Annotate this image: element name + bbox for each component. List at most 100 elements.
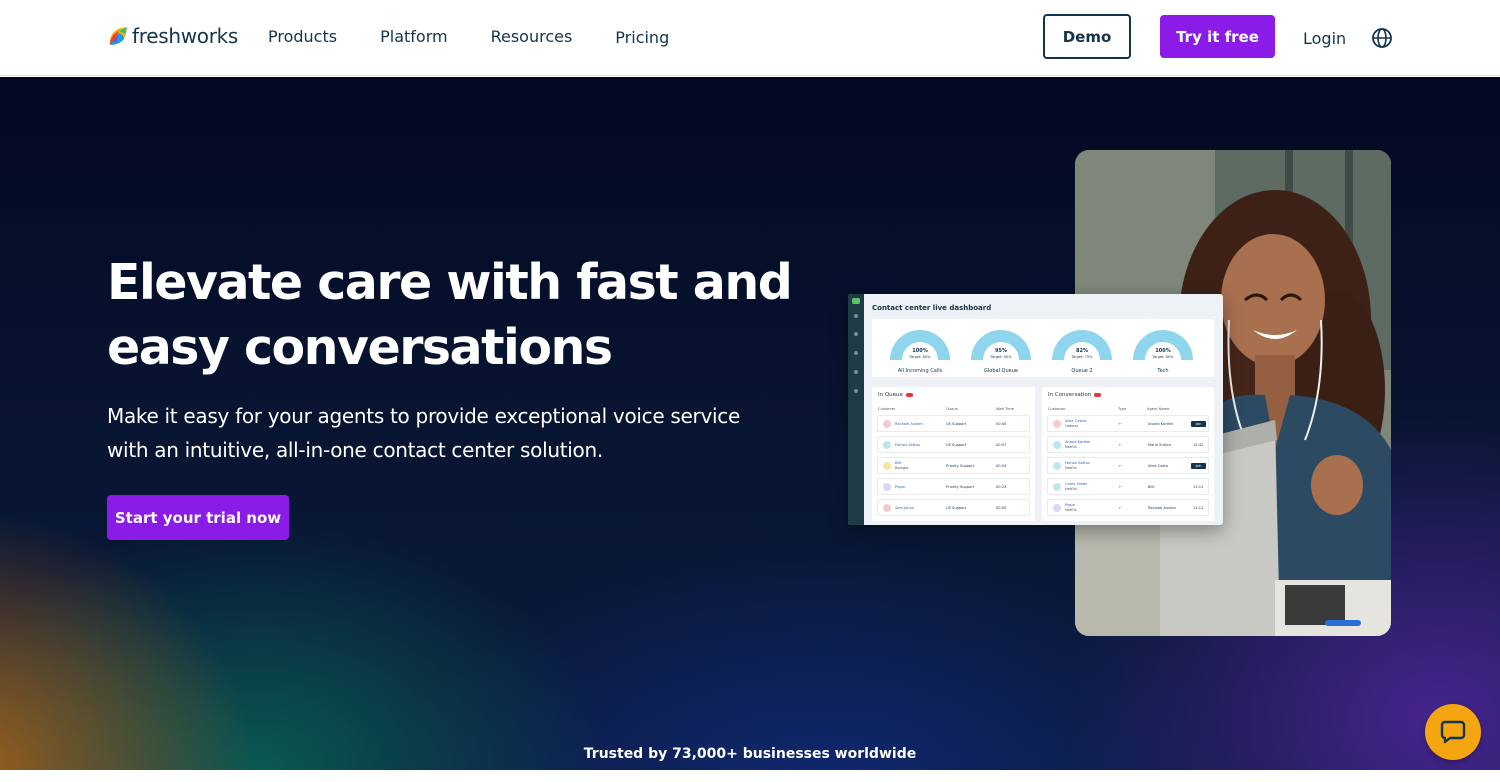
in-queue-title: In Queue <box>878 392 913 398</box>
sidebar-dot-icon <box>854 314 858 318</box>
nav-pricing[interactable]: Pricing <box>615 28 669 47</box>
sidebar-dot-icon <box>854 351 858 355</box>
agent-name: Billi <box>1148 485 1155 489</box>
wait-time: 00:07 <box>996 443 1007 447</box>
gauge-tech: 100% Target: 80% Tech <box>1123 322 1203 378</box>
queue-name: US Support <box>946 506 967 510</box>
column-header: Agent Name <box>1147 407 1170 411</box>
call-duration: 13:12 <box>1193 485 1204 489</box>
gauge-panel: 100% Target: 80% All Incoming Calls 95% … <box>872 319 1214 377</box>
call-duration: 15:32 <box>1193 443 1204 447</box>
headline-line-2: easy conversations <box>107 319 613 376</box>
queue-name: Priority Support <box>946 464 975 468</box>
customer-company: Netflix <box>1065 487 1077 491</box>
wait-time: 00:54 <box>996 464 1007 468</box>
freshworks-logo-icon <box>109 27 127 45</box>
table-row: Pippa Netflix ← Rachael Austen 13:12 <box>1047 499 1209 516</box>
globe-icon[interactable] <box>1371 27 1393 49</box>
customer-name-main: Anand Karthik <box>1065 440 1091 444</box>
column-header: Customer <box>1048 407 1066 411</box>
customer-name: Rachael Austen <box>895 422 923 426</box>
customer-name-main: Farhan Akthar <box>1065 461 1091 465</box>
customer-name-main: Billi <box>895 461 902 465</box>
queue-name: US Support <box>946 443 967 447</box>
gauge-label: Global Queue <box>984 368 1018 374</box>
customer-name-main: Pippa <box>1065 503 1075 507</box>
gauge-value: 95% <box>995 348 1007 354</box>
hero-section: Elevate care with fast and easy conversa… <box>0 77 1500 770</box>
try-free-button[interactable]: Try it free <box>1160 15 1275 58</box>
table-row: Billi Baingar Priority Support 00:54 <box>877 457 1030 474</box>
customer-company: Netflix <box>1065 466 1077 470</box>
avatar <box>883 441 891 449</box>
nav-resources[interactable]: Resources <box>491 27 573 47</box>
column-header: Type <box>1118 407 1127 411</box>
customer-company: Hotstar <box>1065 424 1079 428</box>
chat-widget-button[interactable] <box>1425 704 1481 760</box>
avatar <box>883 420 891 428</box>
dashboard-sidebar <box>848 294 864 525</box>
table-row: Farhan Akthar Netflix ← Alice Costa Join <box>1047 457 1209 474</box>
main-nav: Products Platform Resources Pricing <box>268 27 712 47</box>
dashboard-title: Contact center live dashboard <box>872 304 992 312</box>
join-button[interactable]: Join <box>1191 463 1206 469</box>
start-trial-button[interactable]: Start your trial now <box>107 495 289 540</box>
avatar <box>1053 462 1061 470</box>
trusted-by-text: Trusted by 73,000+ businesses worldwide <box>583 746 917 762</box>
gauge-target: Target: 90% <box>990 355 1012 359</box>
table-row: Rachael Austen US Support 00:45 <box>877 415 1030 432</box>
gauge-label: Tech <box>1157 368 1169 374</box>
gauge-target: Target: 80% <box>909 355 931 359</box>
customer-name: Alice Castro Hotstar <box>1065 419 1086 428</box>
nav-platform[interactable]: Platform <box>380 27 447 47</box>
table-row: Farhan Akthar US Support 00:07 <box>877 436 1030 453</box>
app-icon <box>852 298 860 304</box>
table-row: Anand Karthik Netflix ← Maria Sutton 15:… <box>1047 436 1209 453</box>
in-conversation-title: In Conversation <box>1048 392 1102 398</box>
in-queue-table: In Queue Customer Queue Wait Time Rachae… <box>872 387 1035 521</box>
gauge-value: 100% <box>912 348 928 354</box>
agent-name: Alice Costa <box>1148 464 1168 468</box>
hero-subtext: Make it easy for your agents to provide … <box>107 399 747 467</box>
gauge-value: 82% <box>1076 348 1088 354</box>
wait-time: 00:23 <box>996 485 1007 489</box>
customer-name: Billi Baingar <box>895 461 909 470</box>
call-duration: 13:12 <box>1193 506 1204 510</box>
customer-name-sub: Baingar <box>895 466 909 470</box>
table-row: Corey Foster Netflix ← Billi 13:12 <box>1047 478 1209 495</box>
logo-text: freshworks <box>132 24 239 48</box>
chat-icon <box>1440 720 1466 744</box>
customer-name: Pippa Netflix <box>1065 503 1077 512</box>
table-row: Pippa Priority Support 00:23 <box>877 478 1030 495</box>
column-header: Customer <box>878 407 896 411</box>
gauge-label: All Incoming Calls <box>897 368 943 374</box>
agent-name: Rachael Austen <box>1148 506 1176 510</box>
queue-name: US Support <box>946 422 967 426</box>
gauge-target: Target: 80% <box>1152 355 1174 359</box>
in-conversation-table: In Conversation Customer Type Agent Name… <box>1042 387 1214 521</box>
gauge-global-queue: 95% Target: 90% Global Queue <box>961 322 1041 378</box>
login-link[interactable]: Login <box>1303 29 1346 48</box>
nav-products[interactable]: Products <box>268 27 337 47</box>
wait-time: 00:05 <box>996 506 1007 510</box>
freshworks-logo[interactable]: freshworks <box>107 24 238 48</box>
gauge-all-incoming: 100% Target: 80% All Incoming Calls <box>880 322 960 378</box>
gauge-label: Queue 2 <box>1071 368 1093 374</box>
customer-name: Corey Foster Netflix <box>1065 482 1088 491</box>
avatar <box>1053 441 1061 449</box>
call-type-icon: ← <box>1119 464 1123 468</box>
demo-button[interactable]: Demo <box>1043 14 1131 59</box>
customer-name-main: Alice Castro <box>1065 419 1087 423</box>
customer-name: Anand Karthik Netflix <box>1065 440 1090 449</box>
call-type-icon: ← <box>1119 422 1123 426</box>
subtext-line-1: Make it easy for your agents to provide … <box>107 404 740 428</box>
join-button[interactable]: Join <box>1191 421 1206 427</box>
avatar <box>883 504 891 512</box>
customer-name: Pippa <box>895 485 905 489</box>
hero-headline: Elevate care with fast and easy conversa… <box>107 250 807 380</box>
site-header: freshworks Products Platform Resources P… <box>0 0 1500 76</box>
column-header: Wait Time <box>996 407 1014 411</box>
table-title-text: In Conversation <box>1048 392 1092 398</box>
count-badge <box>1094 393 1102 397</box>
contact-center-dashboard: Contact center live dashboard 100% Targe… <box>848 294 1223 525</box>
